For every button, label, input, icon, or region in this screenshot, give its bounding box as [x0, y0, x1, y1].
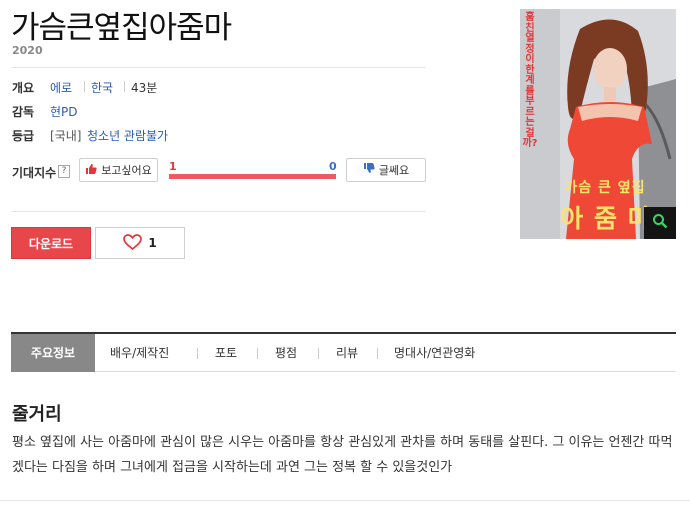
tab-separator — [318, 348, 319, 359]
page-title: 가슴큰옆집아줌마 — [11, 10, 232, 46]
tab-quotes-related[interactable]: 명대사/연관영화 — [394, 334, 475, 372]
separator — [124, 81, 125, 92]
divider — [11, 211, 426, 212]
synopsis-heading: 줄거리 — [12, 404, 62, 425]
synopsis-text: 평소 옆집에 사는 아줌마에 관심이 많은 시우는 아줌마를 항상 관심있게 관… — [12, 435, 673, 475]
poster-title-line1: 가슴 큰 옆집 — [564, 180, 646, 196]
thumbs-up-icon — [85, 163, 97, 177]
director-link[interactable]: 현PD — [50, 103, 78, 120]
rating-label: 등급 — [12, 129, 35, 143]
like-count: 1 — [148, 236, 157, 250]
movie-poster[interactable]: 훔친 열정이 한계를 부르는걸까? 가슴 큰 옆집 아 줌 마 — [520, 9, 676, 239]
tab-photos[interactable]: 포토 — [215, 334, 237, 372]
poster-tagline: 훔친 열정이 한계를 부르는걸까? — [522, 12, 538, 149]
tab-separator — [257, 348, 258, 359]
separator — [84, 81, 85, 92]
rating-link[interactable]: 청소년 관람불가 — [87, 127, 168, 144]
want-to-see-button[interactable]: 보고싶어요 — [79, 158, 158, 182]
tab-cast-crew[interactable]: 배우/제작진 — [110, 334, 169, 372]
rating-prefix: [국내] — [50, 129, 82, 143]
meh-label: 글쎄요 — [378, 164, 410, 177]
expectation-bar — [169, 174, 336, 179]
heart-icon — [123, 233, 143, 253]
tab-separator — [197, 348, 198, 359]
want-count: 1 — [169, 160, 177, 173]
divider — [0, 500, 690, 501]
want-to-see-label: 보고싶어요 — [101, 164, 152, 177]
tab-reviews[interactable]: 리뷰 — [336, 334, 358, 372]
search-icon — [652, 213, 668, 233]
tab-separator — [377, 348, 378, 359]
expectation-label: 기대지수 — [12, 166, 57, 180]
country-link[interactable]: 한국 — [91, 79, 113, 96]
meh-button[interactable]: 글쎄요 — [346, 158, 426, 182]
zoom-button[interactable] — [644, 207, 676, 239]
director-label: 감독 — [12, 105, 35, 119]
runtime-value: 43분 — [131, 81, 158, 95]
expectation-bar-fill — [169, 174, 336, 179]
overview-label: 개요 — [12, 81, 35, 95]
thumbs-down-icon — [363, 163, 375, 177]
meh-count: 0 — [329, 160, 337, 173]
detail-tabs: 주요정보 배우/제작진 포토 평점 리뷰 명대사/연관영화 — [11, 332, 676, 372]
like-button[interactable]: 1 — [95, 227, 185, 259]
tab-ratings[interactable]: 평점 — [275, 334, 297, 372]
help-icon[interactable]: ? — [58, 165, 70, 178]
divider — [11, 67, 426, 68]
release-year: 2020 — [12, 44, 43, 57]
genre-link[interactable]: 에로 — [50, 79, 72, 96]
tab-main-info[interactable]: 주요정보 — [11, 334, 95, 372]
download-button[interactable]: 다운로드 — [11, 227, 91, 259]
